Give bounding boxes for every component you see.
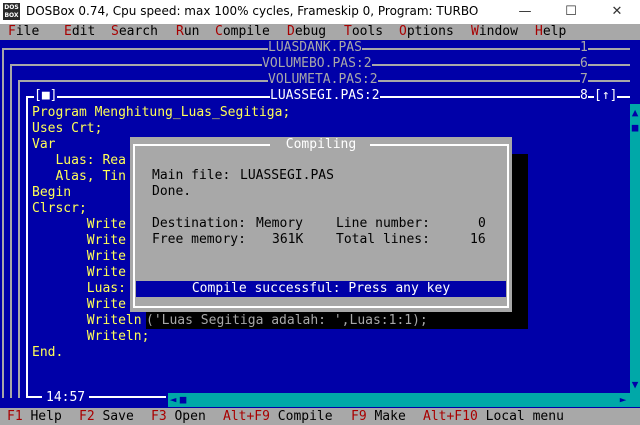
window-number-6: 6 bbox=[580, 56, 588, 72]
code-line-6[interactable]: Begin bbox=[32, 185, 71, 201]
status-compile[interactable]: Alt+F9 Compile bbox=[223, 408, 333, 425]
code-line-4[interactable]: Luas: Rea bbox=[32, 153, 125, 169]
main-file-label: Main file: bbox=[152, 168, 231, 183]
window-number-7: 7 bbox=[580, 72, 588, 88]
scroll-thumb[interactable]: ■ bbox=[630, 121, 640, 135]
code-line-11[interactable]: Write bbox=[32, 265, 126, 281]
window-tab-volumeta[interactable]: VOLUMETA.PAS:2 bbox=[268, 72, 378, 88]
minimize-button[interactable]: — bbox=[502, 0, 548, 24]
menu-edit[interactable]: Edit bbox=[64, 24, 95, 40]
destination-value: Memory bbox=[256, 216, 303, 231]
scroll-right-icon[interactable]: ► bbox=[618, 393, 628, 407]
total-lines-value: 16 bbox=[470, 232, 486, 247]
menu-search[interactable]: Search bbox=[111, 24, 158, 40]
status-bar: F1 Help F2 Save F3 Open Alt+F9 Compile F… bbox=[0, 408, 640, 425]
menu-bar: File Edit Search Run Compile Debug Tools… bbox=[0, 24, 640, 40]
status-open[interactable]: F3 Open bbox=[151, 408, 206, 425]
cursor-position: 14:57 bbox=[42, 390, 90, 406]
code-line-16[interactable]: End. bbox=[32, 345, 63, 361]
code-line-1[interactable]: Program Menghitung_Luas_Segitiga; bbox=[32, 105, 290, 121]
free-memory-value: 361K bbox=[272, 232, 304, 247]
free-memory-label: Free memory: bbox=[152, 232, 246, 247]
code-line-12[interactable]: Luas: bbox=[32, 281, 126, 297]
window-close-box[interactable]: [■] bbox=[34, 88, 58, 104]
scroll-down-icon[interactable]: ▼ bbox=[630, 378, 640, 392]
code-line-10[interactable]: Write bbox=[32, 249, 126, 265]
window-tab-volumebo[interactable]: VOLUMEBO.PAS:2 bbox=[262, 56, 372, 72]
code-line-14[interactable]: Writeln bbox=[32, 313, 142, 329]
vertical-scrollbar[interactable] bbox=[630, 104, 640, 398]
dosbox-app-icon: DOS BOX bbox=[3, 3, 20, 20]
menu-help[interactable]: Help bbox=[535, 24, 566, 40]
maximize-button[interactable]: ☐ bbox=[548, 0, 594, 24]
window-tab-luasdank[interactable]: LUASDANK.PAS bbox=[268, 40, 362, 56]
window-1-frame-left bbox=[2, 48, 4, 398]
dos-screen[interactable]: File Edit Search Run Compile Debug Tools… bbox=[0, 24, 640, 425]
code-line-15[interactable]: Writeln; bbox=[32, 329, 150, 345]
window-resize-corner[interactable] bbox=[630, 393, 640, 407]
code-line-13[interactable]: Write bbox=[32, 297, 126, 313]
active-window-frame-left bbox=[26, 96, 28, 398]
menu-compile[interactable]: Compile bbox=[215, 24, 270, 40]
total-lines-label: Total lines: bbox=[336, 232, 430, 247]
dialog-title: Compiling bbox=[285, 137, 357, 152]
compile-state: Done. bbox=[152, 184, 192, 199]
menu-window[interactable]: Window bbox=[471, 24, 518, 40]
window-title: DOSBox 0.74, Cpu speed: max 100% cycles,… bbox=[26, 4, 479, 18]
code-line-2[interactable]: Uses Crt; bbox=[32, 121, 102, 137]
window-tab-luassegi[interactable]: LUASSEGI.PAS:2 bbox=[270, 88, 380, 104]
status-help[interactable]: F1 Help bbox=[7, 408, 62, 425]
scroll-up-icon[interactable]: ▲ bbox=[630, 106, 640, 120]
compiling-dialog[interactable]: Compiling Main file: LUASSEGI.PAS Done. … bbox=[130, 137, 512, 312]
menu-debug[interactable]: Debug bbox=[287, 24, 326, 40]
code-line-8[interactable]: Write bbox=[32, 217, 126, 233]
menu-tools[interactable]: Tools bbox=[344, 24, 383, 40]
window-zoom-box[interactable]: [↑] bbox=[594, 88, 618, 104]
window-titlebar[interactable]: DOS BOX DOSBox 0.74, Cpu speed: max 100%… bbox=[0, 0, 640, 24]
line-number-value: 0 bbox=[478, 216, 486, 231]
status-save[interactable]: F2 Save bbox=[79, 408, 134, 425]
code-line-3[interactable]: Var bbox=[32, 137, 55, 153]
code-line-7[interactable]: Clrscr; bbox=[32, 201, 87, 217]
code-line-5[interactable]: Alas, Tin bbox=[32, 169, 125, 185]
horizontal-scrollbar[interactable] bbox=[168, 393, 630, 407]
window-7-frame-left bbox=[18, 80, 20, 398]
close-button[interactable]: ✕ bbox=[594, 0, 640, 24]
menu-file[interactable]: File bbox=[8, 24, 39, 40]
window-number-1: 1 bbox=[580, 40, 588, 56]
main-file-value: LUASSEGI.PAS bbox=[240, 168, 334, 183]
hscroll-thumb[interactable]: ■ bbox=[178, 393, 188, 407]
window-6-frame-left bbox=[10, 64, 12, 398]
shadowed-code-text: ('Luas Segitiga adalah: ',Luas:1:1); bbox=[146, 313, 428, 328]
status-local-menu[interactable]: Alt+F10 Local menu bbox=[423, 408, 564, 425]
line-number-label: Line number: bbox=[336, 216, 430, 231]
menu-options[interactable]: Options bbox=[399, 24, 454, 40]
window-number-8: 8 bbox=[580, 88, 588, 104]
menu-run[interactable]: Run bbox=[176, 24, 199, 40]
scroll-left-icon[interactable]: ◄ bbox=[168, 393, 178, 407]
destination-label: Destination: bbox=[152, 216, 246, 231]
code-line-9[interactable]: Write bbox=[32, 233, 126, 249]
status-make[interactable]: F9 Make bbox=[351, 408, 406, 425]
compile-status-message[interactable]: Compile successful: Press any key bbox=[136, 281, 506, 297]
